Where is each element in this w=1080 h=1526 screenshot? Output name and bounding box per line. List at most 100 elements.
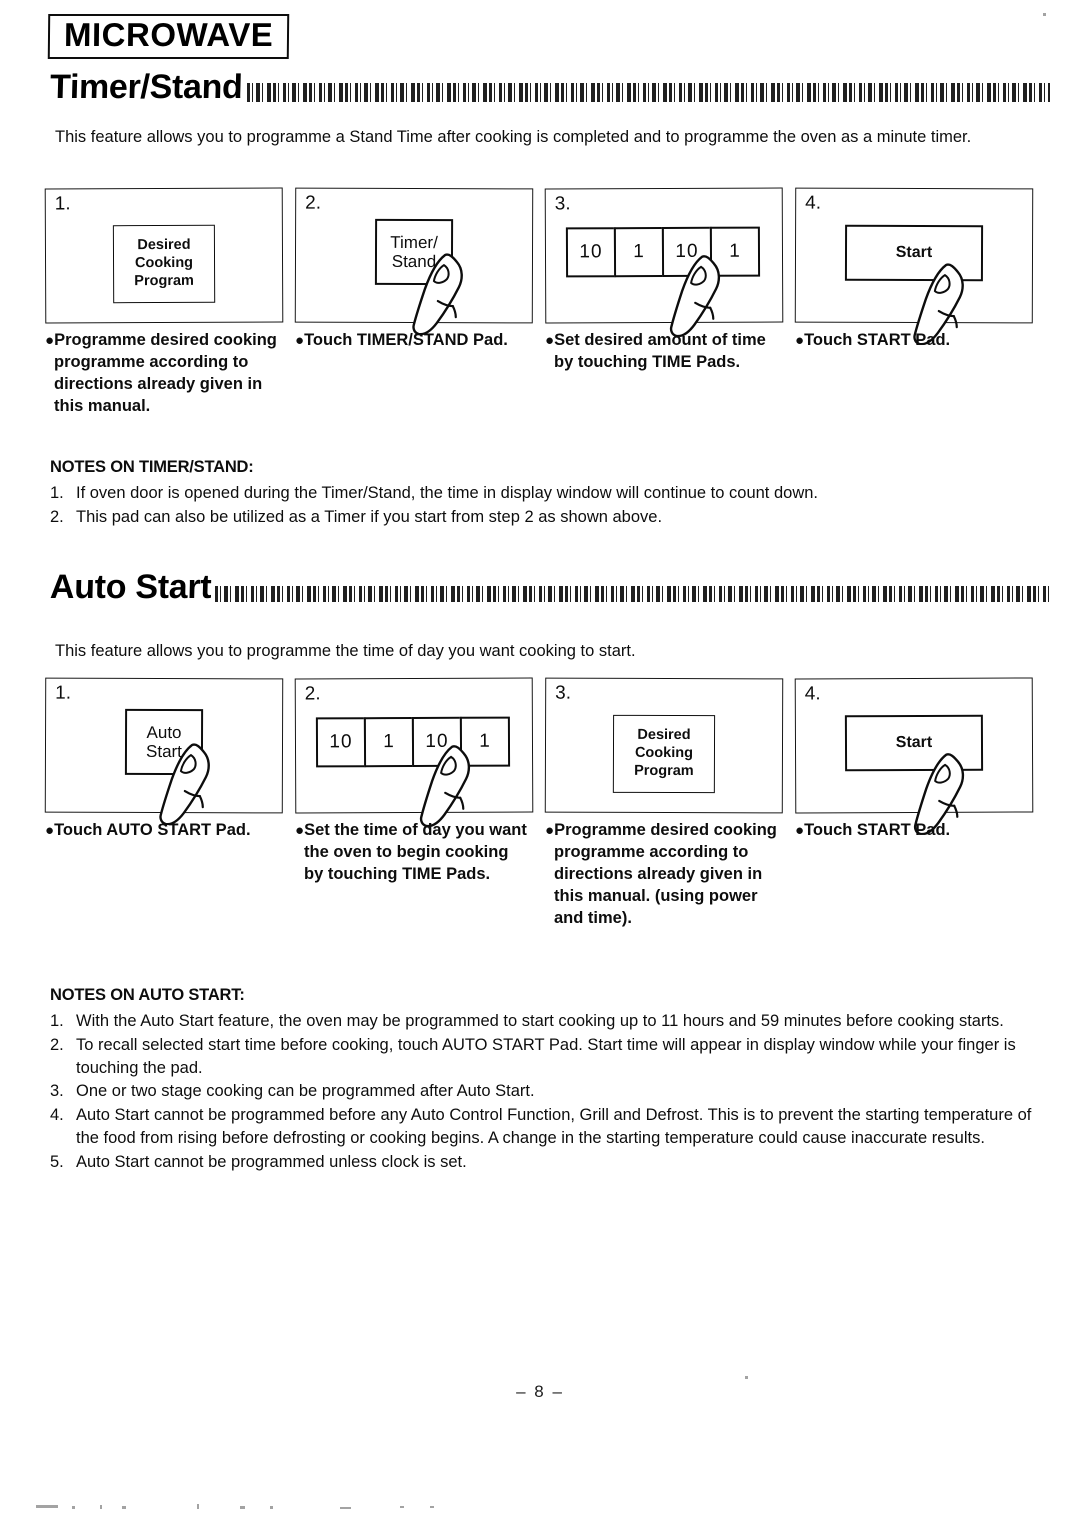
pad-start: Start [844, 714, 984, 772]
step-column: 2. 10 1 10 1 [294, 677, 545, 827]
pad-auto-start: Auto Start [124, 708, 204, 776]
scan-artifact [745, 1376, 748, 1379]
step-column: 4. Start [794, 677, 1045, 836]
pad-line: Cooking [134, 255, 194, 272]
time-pad-key: 1 [363, 717, 415, 768]
caption-text: Touch START Pad. [804, 821, 951, 839]
scan-artifact [100, 1505, 102, 1509]
caption-column: ●Touch AUTO START Pad. [45, 820, 295, 930]
section-title-auto-start: Auto Start [49, 568, 1050, 606]
note-item: 4. Auto Start cannot be programmed befor… [50, 1104, 1050, 1150]
pad-line: Start [145, 741, 182, 762]
section-title-text: Timer/Stand [49, 68, 244, 106]
time-pad-key: 1 [459, 716, 511, 767]
pad-area: Timer/ Stand [296, 215, 532, 323]
time-pad-key: 10 [661, 226, 713, 278]
scan-artifact [122, 1506, 126, 1509]
scan-artifact [197, 1504, 199, 1509]
step-number: 2. [305, 192, 322, 214]
time-pad-label: 1 [383, 731, 395, 753]
note-item: 1. If oven door is opened during the Tim… [50, 482, 1050, 505]
section-intro-auto-start: This feature allows you to programme the… [55, 642, 636, 660]
note-item: 2. To recall selected start time before … [50, 1034, 1050, 1080]
note-item: 2. This pad can also be utilized as a Ti… [50, 506, 1050, 529]
note-number: 2. [50, 507, 64, 526]
pad-line: Desired [137, 237, 191, 254]
time-pad-label: 10 [675, 240, 699, 262]
decorative-bar-rule [215, 586, 1050, 602]
caption-text: Programme desired cooking programme acco… [54, 331, 277, 415]
step-caption: ●Touch START Pad. [795, 820, 1031, 842]
pad-start: Start [844, 224, 984, 282]
note-text: Auto Start cannot be programmed unless c… [76, 1152, 467, 1171]
step-illustration: 4. Start [794, 677, 1034, 836]
bullet-icon: ● [795, 822, 805, 839]
note-number: 5. [50, 1152, 64, 1171]
time-pad-label: 10 [425, 730, 449, 752]
caption-column: ●Touch START Pad. [795, 820, 1045, 930]
step-caption: ●Set desired amount of time by touching … [545, 330, 781, 374]
step-number: 4. [805, 192, 822, 214]
pad-area: Desired Cooking Program [46, 214, 282, 322]
time-pad-key: 1 [709, 226, 761, 277]
caption-column: ●Programme desired cooking programme acc… [45, 330, 295, 418]
notes-heading: NOTES ON AUTO START: [50, 986, 245, 1004]
step-illustration: 2. Timer/ Stand [294, 187, 534, 336]
step-illustration: 3. Desired Cooking Program [544, 677, 784, 814]
bullet-icon: ● [545, 332, 555, 349]
time-pad-label: 1 [479, 730, 491, 752]
time-pad-label: 1 [729, 240, 741, 262]
note-item: 3. One or two stage cooking can be progr… [50, 1080, 1050, 1103]
caption-text: Set desired amount of time by touching T… [554, 331, 766, 371]
pad-area: Start [796, 215, 1032, 323]
decorative-bar-rule [246, 83, 1050, 102]
time-pad-key: 1 [613, 227, 665, 278]
step-caption: ●Touch START Pad. [795, 330, 1031, 352]
step-column: 1. Auto Start [44, 677, 295, 826]
bullet-icon: ● [295, 822, 305, 839]
note-number: 3. [50, 1082, 64, 1101]
note-text: With the Auto Start feature, the oven ma… [76, 1012, 1004, 1030]
caption-column: ●Set the time of day you want the oven t… [295, 820, 545, 930]
manual-page: MICROWAVE Timer/Stand This feature allow… [0, 0, 1080, 1526]
time-pad-label: 10 [579, 241, 603, 263]
section-title-timer-stand: Timer/Stand [49, 68, 1050, 106]
bullet-icon: ● [45, 822, 55, 839]
note-item: 1. With the Auto Start feature, the oven… [50, 1010, 1050, 1033]
step-number: 4. [804, 683, 821, 705]
step-caption: ●Programme desired cooking programme acc… [45, 330, 281, 418]
scan-artifact [430, 1506, 434, 1508]
bullet-icon: ● [795, 332, 805, 349]
time-pad-row: 10 1 10 1 [315, 716, 511, 768]
scan-artifact [270, 1506, 273, 1509]
note-number: 1. [50, 484, 64, 502]
note-number: 2. [50, 1035, 64, 1054]
notes-timer-stand: NOTES ON TIMER/STAND: 1. If oven door is… [50, 458, 1050, 530]
section-title-text: Auto Start [49, 568, 212, 606]
step-number: 3. [554, 193, 571, 215]
scan-artifact [1043, 13, 1046, 16]
step-column: 3. Desired Cooking Program [544, 677, 795, 814]
scan-artifact [240, 1506, 245, 1509]
notes-auto-start: NOTES ON AUTO START: 1. With the Auto St… [50, 986, 1050, 1174]
step-row-timer-stand: 1. Desired Cooking Program 2. Timer/ Sta… [44, 187, 1045, 346]
note-text: Auto Start cannot be programmed before a… [76, 1106, 1032, 1147]
time-pad-key: 10 [315, 717, 367, 768]
caption-text: Touch TIMER/STAND Pad. [304, 331, 508, 349]
microwave-badge-label: MICROWAVE [63, 16, 274, 53]
scan-artifact [36, 1505, 58, 1508]
pad-timer-stand: Timer/ Stand [374, 218, 454, 286]
caption-text: Set the time of day you want the oven to… [304, 821, 527, 883]
bullet-icon: ● [295, 332, 305, 349]
note-item: 5. Auto Start cannot be programmed unles… [50, 1151, 1050, 1174]
note-text: To recall selected start time before coo… [76, 1035, 1016, 1077]
step-illustration: 2. 10 1 10 1 [294, 677, 534, 827]
time-pad-label: 1 [633, 241, 645, 263]
pad-area: Auto Start [46, 705, 282, 813]
time-pad-row: 10 1 10 1 [565, 226, 761, 278]
time-pad-key: 10 [565, 227, 617, 278]
pad-line: Start [895, 733, 933, 752]
bullet-icon: ● [45, 332, 55, 349]
step-illustration: 3. 10 1 10 1 [544, 187, 784, 337]
pad-line: Stand [391, 251, 437, 272]
